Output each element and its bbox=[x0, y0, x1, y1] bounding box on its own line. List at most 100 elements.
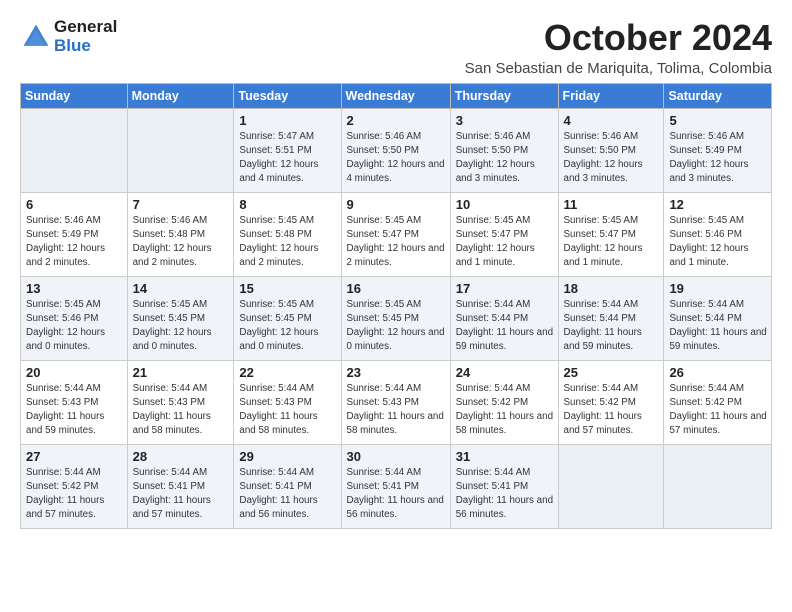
calendar-cell bbox=[664, 444, 772, 528]
calendar-cell bbox=[558, 444, 664, 528]
logo-icon bbox=[20, 21, 52, 53]
day-info: Sunrise: 5:47 AM Sunset: 5:51 PM Dayligh… bbox=[239, 130, 336, 187]
week-row-1: 1 Sunrise: 5:47 AM Sunset: 5:51 PM Daylig… bbox=[21, 108, 772, 192]
day-number: 17 bbox=[456, 281, 554, 296]
calendar-cell: 28 Sunrise: 5:44 AM Sunset: 5:41 PM Dayli… bbox=[127, 444, 234, 528]
day-info: Sunrise: 5:45 AM Sunset: 5:46 PM Dayligh… bbox=[669, 214, 767, 271]
calendar-cell: 22 Sunrise: 5:44 AM Sunset: 5:43 PM Dayli… bbox=[234, 360, 341, 444]
day-info: Sunrise: 5:45 AM Sunset: 5:46 PM Dayligh… bbox=[26, 298, 123, 355]
calendar-cell: 18 Sunrise: 5:44 AM Sunset: 5:44 PM Dayli… bbox=[558, 276, 664, 360]
day-number: 4 bbox=[564, 113, 660, 128]
day-info: Sunrise: 5:45 AM Sunset: 5:45 PM Dayligh… bbox=[133, 298, 230, 355]
calendar-cell: 25 Sunrise: 5:44 AM Sunset: 5:42 PM Dayli… bbox=[558, 360, 664, 444]
calendar-cell: 7 Sunrise: 5:46 AM Sunset: 5:48 PM Daylig… bbox=[127, 192, 234, 276]
day-number: 24 bbox=[456, 365, 554, 380]
day-number: 18 bbox=[564, 281, 660, 296]
day-number: 12 bbox=[669, 197, 767, 212]
weekday-header-friday: Friday bbox=[558, 83, 664, 108]
day-info: Sunrise: 5:44 AM Sunset: 5:41 PM Dayligh… bbox=[456, 466, 554, 523]
day-info: Sunrise: 5:44 AM Sunset: 5:41 PM Dayligh… bbox=[347, 466, 446, 523]
logo-blue: Blue bbox=[54, 37, 117, 56]
calendar-cell bbox=[21, 108, 128, 192]
day-number: 26 bbox=[669, 365, 767, 380]
calendar-cell: 29Sunrise: 5:44 AM Sunset: 5:41 PM Dayli… bbox=[234, 444, 341, 528]
day-info: Sunrise: 5:44 AM Sunset: 5:44 PM Dayligh… bbox=[564, 298, 660, 355]
day-number: 5 bbox=[669, 113, 767, 128]
day-number: 25 bbox=[564, 365, 660, 380]
day-number: 28 bbox=[133, 449, 230, 464]
day-number: 2 bbox=[347, 113, 446, 128]
day-info: Sunrise: 5:44 AM Sunset: 5:43 PM Dayligh… bbox=[239, 382, 336, 439]
day-number: 7 bbox=[133, 197, 230, 212]
day-number: 15 bbox=[239, 281, 336, 296]
day-info: Sunrise: 5:44 AM Sunset: 5:43 PM Dayligh… bbox=[347, 382, 446, 439]
calendar-cell: 16Sunrise: 5:45 AM Sunset: 5:45 PM Dayli… bbox=[341, 276, 450, 360]
month-title: October 2024 bbox=[465, 18, 772, 58]
day-info: Sunrise: 5:44 AM Sunset: 5:42 PM Dayligh… bbox=[669, 382, 767, 439]
calendar-cell: 9Sunrise: 5:45 AM Sunset: 5:47 PM Daylig… bbox=[341, 192, 450, 276]
week-row-4: 20 Sunrise: 5:44 AM Sunset: 5:43 PM Dayli… bbox=[21, 360, 772, 444]
day-info: Sunrise: 5:44 AM Sunset: 5:42 PM Dayligh… bbox=[26, 466, 123, 523]
day-number: 20 bbox=[26, 365, 123, 380]
day-number: 3 bbox=[456, 113, 554, 128]
day-info: Sunrise: 5:44 AM Sunset: 5:44 PM Dayligh… bbox=[669, 298, 767, 355]
week-row-5: 27 Sunrise: 5:44 AM Sunset: 5:42 PM Dayli… bbox=[21, 444, 772, 528]
day-number: 6 bbox=[26, 197, 123, 212]
day-info: Sunrise: 5:44 AM Sunset: 5:41 PM Dayligh… bbox=[239, 466, 336, 523]
calendar-cell: 27 Sunrise: 5:44 AM Sunset: 5:42 PM Dayli… bbox=[21, 444, 128, 528]
weekday-header-row: SundayMondayTuesdayWednesdayThursdayFrid… bbox=[21, 83, 772, 108]
day-info: Sunrise: 5:44 AM Sunset: 5:44 PM Dayligh… bbox=[456, 298, 554, 355]
subtitle: San Sebastian de Mariquita, Tolima, Colo… bbox=[465, 60, 772, 77]
calendar-cell: 11Sunrise: 5:45 AM Sunset: 5:47 PM Dayli… bbox=[558, 192, 664, 276]
weekday-header-wednesday: Wednesday bbox=[341, 83, 450, 108]
day-info: Sunrise: 5:46 AM Sunset: 5:48 PM Dayligh… bbox=[133, 214, 230, 271]
logo: General Blue bbox=[20, 18, 117, 55]
logo-text: General Blue bbox=[54, 18, 117, 55]
day-info: Sunrise: 5:45 AM Sunset: 5:47 PM Dayligh… bbox=[456, 214, 554, 271]
calendar-cell: 20 Sunrise: 5:44 AM Sunset: 5:43 PM Dayli… bbox=[21, 360, 128, 444]
day-number: 16 bbox=[347, 281, 446, 296]
day-number: 19 bbox=[669, 281, 767, 296]
calendar-cell: 6 Sunrise: 5:46 AM Sunset: 5:49 PM Daylig… bbox=[21, 192, 128, 276]
calendar-cell: 31Sunrise: 5:44 AM Sunset: 5:41 PM Dayli… bbox=[450, 444, 558, 528]
calendar-cell: 17 Sunrise: 5:44 AM Sunset: 5:44 PM Dayli… bbox=[450, 276, 558, 360]
day-info: Sunrise: 5:45 AM Sunset: 5:47 PM Dayligh… bbox=[347, 214, 446, 271]
calendar-cell: 12 Sunrise: 5:45 AM Sunset: 5:46 PM Dayli… bbox=[664, 192, 772, 276]
day-info: Sunrise: 5:44 AM Sunset: 5:42 PM Dayligh… bbox=[564, 382, 660, 439]
day-info: Sunrise: 5:46 AM Sunset: 5:50 PM Dayligh… bbox=[564, 130, 660, 187]
calendar-cell: 4 Sunrise: 5:46 AM Sunset: 5:50 PM Daylig… bbox=[558, 108, 664, 192]
day-number: 1 bbox=[239, 113, 336, 128]
calendar-cell: 5Sunrise: 5:46 AM Sunset: 5:49 PM Daylig… bbox=[664, 108, 772, 192]
logo-general: General bbox=[54, 18, 117, 37]
calendar-cell: 19 Sunrise: 5:44 AM Sunset: 5:44 PM Dayli… bbox=[664, 276, 772, 360]
day-number: 14 bbox=[133, 281, 230, 296]
day-info: Sunrise: 5:45 AM Sunset: 5:47 PM Dayligh… bbox=[564, 214, 660, 271]
day-info: Sunrise: 5:46 AM Sunset: 5:49 PM Dayligh… bbox=[26, 214, 123, 271]
weekday-header-tuesday: Tuesday bbox=[234, 83, 341, 108]
week-row-2: 6 Sunrise: 5:46 AM Sunset: 5:49 PM Daylig… bbox=[21, 192, 772, 276]
day-number: 23 bbox=[347, 365, 446, 380]
calendar-cell bbox=[127, 108, 234, 192]
header: General Blue October 2024 San Sebastian … bbox=[20, 18, 772, 77]
calendar-cell: 15Sunrise: 5:45 AM Sunset: 5:45 PM Dayli… bbox=[234, 276, 341, 360]
day-info: Sunrise: 5:44 AM Sunset: 5:43 PM Dayligh… bbox=[26, 382, 123, 439]
calendar-cell: 1 Sunrise: 5:47 AM Sunset: 5:51 PM Daylig… bbox=[234, 108, 341, 192]
calendar-cell: 10 Sunrise: 5:45 AM Sunset: 5:47 PM Dayli… bbox=[450, 192, 558, 276]
day-info: Sunrise: 5:46 AM Sunset: 5:50 PM Dayligh… bbox=[456, 130, 554, 187]
weekday-header-monday: Monday bbox=[127, 83, 234, 108]
day-number: 22 bbox=[239, 365, 336, 380]
day-number: 30 bbox=[347, 449, 446, 464]
weekday-header-saturday: Saturday bbox=[664, 83, 772, 108]
day-number: 10 bbox=[456, 197, 554, 212]
calendar-cell: 3 Sunrise: 5:46 AM Sunset: 5:50 PM Daylig… bbox=[450, 108, 558, 192]
day-number: 27 bbox=[26, 449, 123, 464]
week-row-3: 13Sunrise: 5:45 AM Sunset: 5:46 PM Dayli… bbox=[21, 276, 772, 360]
day-info: Sunrise: 5:44 AM Sunset: 5:42 PM Dayligh… bbox=[456, 382, 554, 439]
calendar-cell: 13Sunrise: 5:45 AM Sunset: 5:46 PM Dayli… bbox=[21, 276, 128, 360]
calendar-cell: 21Sunrise: 5:44 AM Sunset: 5:43 PM Dayli… bbox=[127, 360, 234, 444]
day-info: Sunrise: 5:44 AM Sunset: 5:41 PM Dayligh… bbox=[133, 466, 230, 523]
calendar-cell: 24 Sunrise: 5:44 AM Sunset: 5:42 PM Dayli… bbox=[450, 360, 558, 444]
weekday-header-sunday: Sunday bbox=[21, 83, 128, 108]
weekday-header-thursday: Thursday bbox=[450, 83, 558, 108]
calendar: SundayMondayTuesdayWednesdayThursdayFrid… bbox=[20, 83, 772, 529]
